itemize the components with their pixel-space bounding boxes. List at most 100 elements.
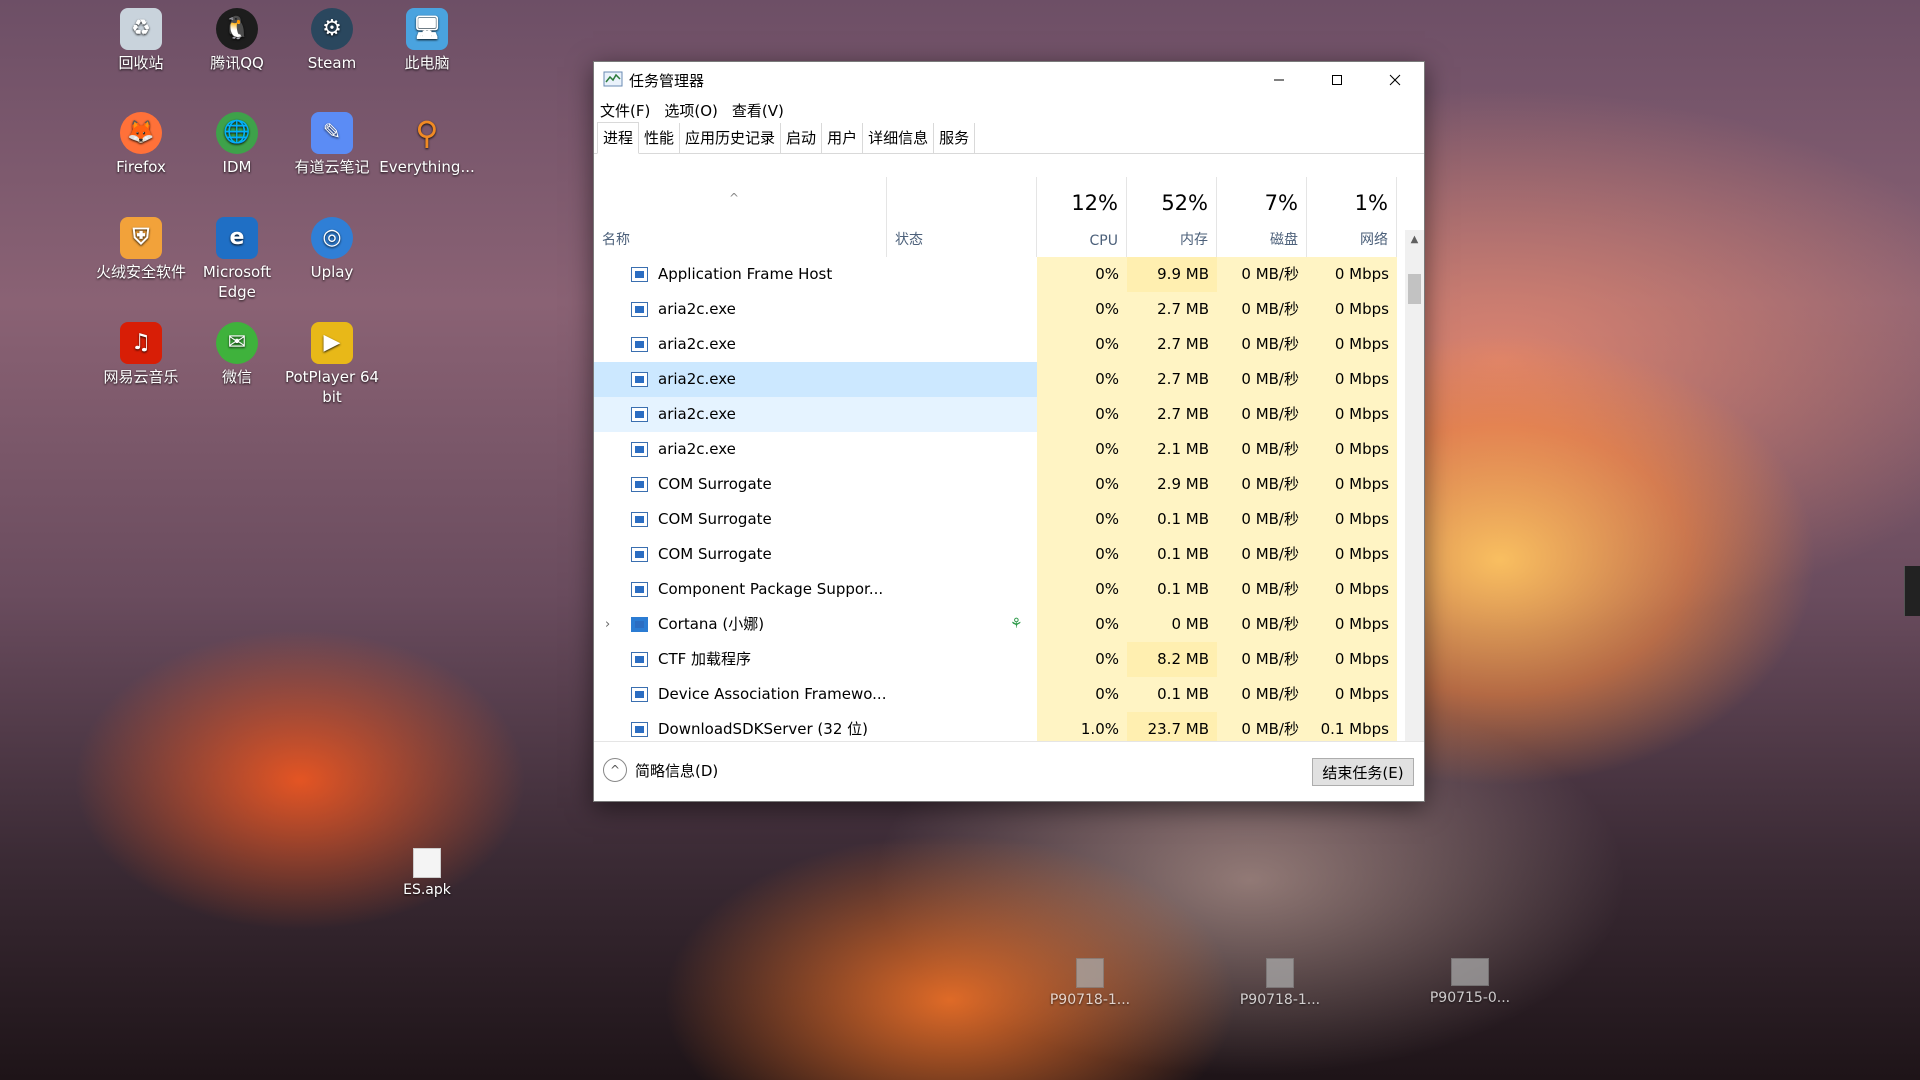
window-title: 任务管理器 [629,71,705,90]
desktop-icon-everything[interactable]: ⚲ Everything... [379,112,475,177]
process-network: 0 Mbps [1307,397,1397,432]
netease-music-icon: ♫ [120,322,162,364]
desktop-file-image-2[interactable]: P90718-1... [1230,958,1330,1008]
process-row[interactable]: COM Surrogate 0% 0.1 MB 0 MB/秒 0 Mbps [594,537,1407,572]
process-name: Application Frame Host [658,265,833,283]
desktop-icon-steam[interactable]: ⚙ Steam [284,8,380,73]
desktop-icon-youdao-note[interactable]: ✎ 有道云笔记 [284,112,380,177]
desktop-icon-edge[interactable]: e Microsoft Edge [189,217,285,302]
tab-processes[interactable]: 进程 [597,122,640,154]
column-cpu[interactable]: 12% CPU [1037,177,1127,257]
process-name-cell: COM Surrogate [594,537,887,572]
column-network[interactable]: 1% 网络 [1307,177,1397,257]
process-cpu: 0% [1037,362,1127,397]
menu-options[interactable]: 选项(O) [664,100,718,121]
desktop-icon-netease-music[interactable]: ♫ 网易云音乐 [93,322,189,387]
potplayer-icon: ▶ [311,322,353,364]
process-row[interactable]: aria2c.exe 0% 2.7 MB 0 MB/秒 0 Mbps [594,397,1407,432]
process-row[interactable]: CTF 加载程序 0% 8.2 MB 0 MB/秒 0 Mbps [594,642,1407,677]
task-manager-window: 任务管理器 文件(F) 选项(O) 查看(V) 进程 性能 应用历史记录 启动 … [593,61,1425,802]
process-row[interactable]: aria2c.exe 0% 2.7 MB 0 MB/秒 0 Mbps [594,292,1407,327]
maximize-button[interactable] [1308,62,1366,98]
menu-file[interactable]: 文件(F) [600,100,650,121]
process-cpu: 0% [1037,432,1127,467]
end-task-button[interactable]: 结束任务(E) [1312,758,1414,786]
ctf-loader-icon [631,652,648,667]
process-network: 0 Mbps [1307,327,1397,362]
process-row[interactable]: › Cortana (小娜) ⚘ 0% 0 MB 0 MB/秒 0 Mbps [594,607,1407,642]
uplay-icon: ◎ [311,217,353,259]
app-window-icon [631,302,648,317]
desktop-icon-this-pc[interactable]: 🖥 此电脑 [379,8,475,73]
process-row[interactable]: Application Frame Host 0% 9.9 MB 0 MB/秒 0 Mb… [594,257,1407,292]
desktop-icon-idm[interactable]: 🌐 IDM [189,112,285,177]
desktop-icon-uplay[interactable]: ◎ Uplay [284,217,380,282]
desktop-icon-firefox[interactable]: 🦊 Firefox [93,112,189,177]
process-row[interactable]: Device Association Framewo... 0% 0.1 MB 0 M… [594,677,1407,712]
desktop-file-es-apk[interactable]: ES.apk [377,848,477,898]
process-cpu: 0% [1037,327,1127,362]
process-list: Application Frame Host 0% 9.9 MB 0 MB/秒 0 Mb… [594,257,1407,782]
process-cpu: 0% [1037,572,1127,607]
expand-chevron-icon[interactable]: › [605,607,610,642]
vertical-scroll-thumb[interactable] [1408,274,1421,304]
process-memory: 0.1 MB [1127,677,1217,712]
process-memory: 8.2 MB [1127,642,1217,677]
tab-performance[interactable]: 性能 [639,123,681,153]
process-network: 0 Mbps [1307,257,1397,292]
process-memory: 0.1 MB [1127,502,1217,537]
process-status-cell [887,467,1037,502]
process-disk: 0 MB/秒 [1217,327,1307,362]
tab-details[interactable]: 详细信息 [863,123,935,153]
process-name-cell: Component Package Suppor... [594,572,887,607]
scroll-up-icon[interactable]: ▲ [1405,234,1424,245]
vertical-scrollbar[interactable]: ▲ ▼ [1405,230,1424,782]
process-status-cell [887,432,1037,467]
app-window-icon [631,407,648,422]
minimize-button[interactable] [1250,62,1308,98]
title-bar[interactable]: 任务管理器 [594,62,1424,98]
process-network: 0 Mbps [1307,502,1397,537]
wechat-icon: ✉ [216,322,258,364]
process-row[interactable]: aria2c.exe 0% 2.7 MB 0 MB/秒 0 Mbps [594,362,1407,397]
process-row[interactable]: Component Package Suppor... 0% 0.1 MB 0 MB/… [594,572,1407,607]
tab-users[interactable]: 用户 [822,123,864,153]
process-row[interactable]: COM Surrogate 0% 0.1 MB 0 MB/秒 0 Mbps [594,502,1407,537]
cortana-icon [631,617,648,632]
process-row[interactable]: COM Surrogate 0% 2.9 MB 0 MB/秒 0 Mbps [594,467,1407,502]
process-row[interactable]: aria2c.exe 0% 2.1 MB 0 MB/秒 0 Mbps [594,432,1407,467]
youdao-note-icon: ✎ [311,112,353,154]
process-row[interactable]: aria2c.exe 0% 2.7 MB 0 MB/秒 0 Mbps [594,327,1407,362]
fewer-details-button[interactable]: ^ 简略信息(D) [603,758,718,782]
process-disk: 0 MB/秒 [1217,537,1307,572]
close-button[interactable] [1366,62,1424,98]
desktop-icon-wechat[interactable]: ✉ 微信 [189,322,285,387]
desktop-file-image-3[interactable]: P90715-0... [1420,958,1520,1006]
column-memory[interactable]: 52% 内存 [1127,177,1217,257]
process-name-cell: Device Association Framewo... [594,677,887,712]
app-window-icon [631,442,648,457]
process-network: 0 Mbps [1307,537,1397,572]
tab-services[interactable]: 服务 [934,123,976,153]
menu-view[interactable]: 查看(V) [732,100,784,121]
desktop-icon-qq[interactable]: 🐧 腾讯QQ [189,8,285,73]
process-name-cell: CTF 加载程序 [594,642,887,677]
process-network: 0 Mbps [1307,607,1397,642]
column-name[interactable]: 名称 [594,177,887,257]
column-status[interactable]: 状态 [887,177,1037,257]
process-name: Component Package Suppor... [658,580,884,598]
tab-startup[interactable]: 启动 [781,123,823,153]
process-status-cell [887,257,1037,292]
edge-tray-handle[interactable] [1904,566,1920,616]
close-icon [1389,74,1401,86]
desktop-file-image-1[interactable]: P90718-1... [1040,958,1140,1008]
process-name: aria2c.exe [658,300,736,318]
maximize-icon [1332,75,1342,85]
column-header: ^ 名称 状态 12% CPU 52% 内存 7% 磁盘 1% 网络 [594,177,1407,257]
desktop-icon-huorong[interactable]: ⛨ 火绒安全软件 [93,217,189,282]
desktop-icon-recycle-bin[interactable]: ♻ 回收站 [93,8,189,73]
tab-app-history[interactable]: 应用历史记录 [680,123,782,153]
footer: ^ 简略信息(D) 结束任务(E) [594,741,1424,801]
desktop-icon-potplayer[interactable]: ▶ PotPlayer 64 bit [284,322,380,407]
column-disk[interactable]: 7% 磁盘 [1217,177,1307,257]
